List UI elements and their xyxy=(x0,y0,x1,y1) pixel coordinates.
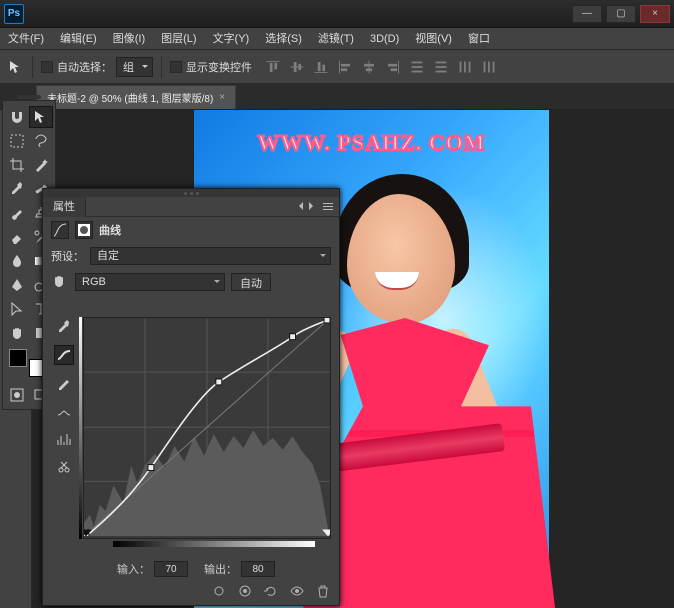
tab-close-icon[interactable]: × xyxy=(219,92,225,103)
curve-pencil-icon[interactable] xyxy=(54,373,74,393)
channel-row: RGB 自动 xyxy=(43,269,339,295)
panel-menu-icon[interactable] xyxy=(323,202,333,212)
adjustment-header: 曲线 xyxy=(43,217,339,243)
maximize-button[interactable]: ▢ xyxy=(606,5,636,23)
align-bottom-icon[interactable] xyxy=(310,56,332,78)
menu-image[interactable]: 图像(I) xyxy=(105,28,153,50)
delete-adjustment-icon[interactable] xyxy=(315,583,331,599)
panel-collapse-right-icon[interactable] xyxy=(309,202,317,210)
menu-view[interactable]: 视图(V) xyxy=(407,28,460,50)
move-tool-icon[interactable] xyxy=(8,59,24,75)
menu-window[interactable]: 窗口 xyxy=(460,28,498,50)
curve-smooth-button-icon[interactable] xyxy=(54,401,74,421)
marquee-tool-icon[interactable] xyxy=(5,130,29,152)
document-tab[interactable]: 未标题-2 @ 50% (曲线 1, 图层蒙版/8) × xyxy=(36,85,236,109)
align-icons xyxy=(262,56,500,78)
input-value-field[interactable] xyxy=(154,561,188,577)
options-bar: 自动选择： 组 显示变换控件 xyxy=(0,50,674,84)
panel-footer-icons xyxy=(211,583,331,599)
output-label: 输出： xyxy=(204,561,237,577)
view-previous-icon[interactable] xyxy=(237,583,253,599)
menu-edit[interactable]: 编辑(E) xyxy=(52,28,105,50)
align-vcenter-icon[interactable] xyxy=(286,56,308,78)
separator xyxy=(161,56,162,78)
move-tool-icon[interactable] xyxy=(29,106,53,128)
eraser-tool-icon[interactable] xyxy=(5,226,29,248)
close-button[interactable]: × xyxy=(640,5,670,23)
magnet-tool-icon[interactable] xyxy=(5,106,29,128)
curve-smooth-icon[interactable] xyxy=(54,345,74,365)
reset-icon[interactable] xyxy=(263,583,279,599)
curves-graph[interactable] xyxy=(83,317,331,539)
menu-3d[interactable]: 3D(D) xyxy=(362,28,407,50)
distribute-left-icon[interactable] xyxy=(454,56,476,78)
preset-label: 预设： xyxy=(51,248,84,264)
menu-type[interactable]: 文字(Y) xyxy=(205,28,258,50)
align-right-icon[interactable] xyxy=(382,56,404,78)
minimize-button[interactable]: — xyxy=(572,5,602,23)
input-label: 输入： xyxy=(117,561,150,577)
channel-dropdown[interactable]: RGB xyxy=(75,273,225,291)
crop-tool-icon[interactable] xyxy=(5,154,29,176)
menu-select[interactable]: 选择(S) xyxy=(257,28,310,50)
input-gradient-ramp xyxy=(113,541,315,547)
transform-controls-checkbox[interactable] xyxy=(170,61,182,73)
align-left-icon[interactable] xyxy=(334,56,356,78)
distribute-right-icon[interactable] xyxy=(478,56,500,78)
distribute-vcenter-icon[interactable] xyxy=(430,56,452,78)
pen-tool-icon[interactable] xyxy=(5,274,29,296)
panel-tab-properties[interactable]: 属性 xyxy=(43,197,86,217)
preset-row: 预设： 自定 xyxy=(43,243,339,269)
menu-bar: 文件(F) 编辑(E) 图像(I) 图层(L) 文字(Y) 选择(S) 滤镜(T… xyxy=(0,28,674,50)
window-titlebar: Ps — ▢ × xyxy=(0,0,674,28)
brush-tool-icon[interactable] xyxy=(5,202,29,224)
panel-collapse-left-icon[interactable] xyxy=(295,202,303,210)
document-tab-title: 未标题-2 @ 50% (曲线 1, 图层蒙版/8) xyxy=(47,90,213,105)
menu-file[interactable]: 文件(F) xyxy=(0,28,52,50)
align-top-icon[interactable] xyxy=(262,56,284,78)
magic-wand-tool-icon[interactable] xyxy=(29,154,53,176)
distribute-top-icon[interactable] xyxy=(406,56,428,78)
auto-select-label: 自动选择： xyxy=(57,59,112,75)
auto-button[interactable]: 自动 xyxy=(231,273,271,291)
lasso-tool-icon[interactable] xyxy=(29,130,53,152)
align-hcenter-icon[interactable] xyxy=(358,56,380,78)
curve-eyedropper-icon[interactable] xyxy=(54,317,74,337)
document-tabs: 未标题-2 @ 50% (曲线 1, 图层蒙版/8) × xyxy=(0,84,674,110)
separator xyxy=(32,56,33,78)
curves-io-row: 输入： 输出： xyxy=(83,559,331,579)
curve-histogram-toggle-icon[interactable] xyxy=(54,429,74,449)
transform-controls-label: 显示变换控件 xyxy=(186,59,252,75)
watermark-top: WWW. PSAHZ. COM xyxy=(194,130,549,156)
curve-clip-icon[interactable] xyxy=(54,457,74,477)
adjustment-title: 曲线 xyxy=(99,222,121,238)
blur-tool-icon[interactable] xyxy=(5,250,29,272)
menu-filter[interactable]: 滤镜(T) xyxy=(310,28,362,50)
preset-dropdown[interactable]: 自定 xyxy=(90,247,331,265)
app-logo: Ps xyxy=(4,4,24,24)
eyedropper-tool-icon[interactable] xyxy=(5,178,29,200)
mask-icon[interactable] xyxy=(75,221,93,239)
panel-tab-row: 属性 xyxy=(43,197,339,217)
output-value-field[interactable] xyxy=(241,561,275,577)
quickmask-icon[interactable] xyxy=(5,384,29,406)
channel-hand-icon[interactable] xyxy=(51,273,69,292)
clip-to-layer-icon[interactable] xyxy=(211,583,227,599)
properties-panel: 属性 曲线 预设： 自定 RGB 自动 xyxy=(42,188,340,606)
hand-tool-icon[interactable] xyxy=(5,322,29,344)
path-select-tool-icon[interactable] xyxy=(5,298,29,320)
panel-grip[interactable] xyxy=(43,189,339,197)
menu-layer[interactable]: 图层(L) xyxy=(153,28,204,50)
window-buttons: — ▢ × xyxy=(568,5,670,23)
foreground-color-swatch[interactable] xyxy=(9,349,27,367)
curves-adjustment-icon xyxy=(51,221,69,239)
curves-side-tools xyxy=(49,317,79,557)
auto-select-checkbox[interactable] xyxy=(41,61,53,73)
toggle-visibility-icon[interactable] xyxy=(289,583,305,599)
output-gradient-ramp xyxy=(79,317,82,539)
auto-select-dropdown[interactable]: 组 xyxy=(116,57,153,77)
